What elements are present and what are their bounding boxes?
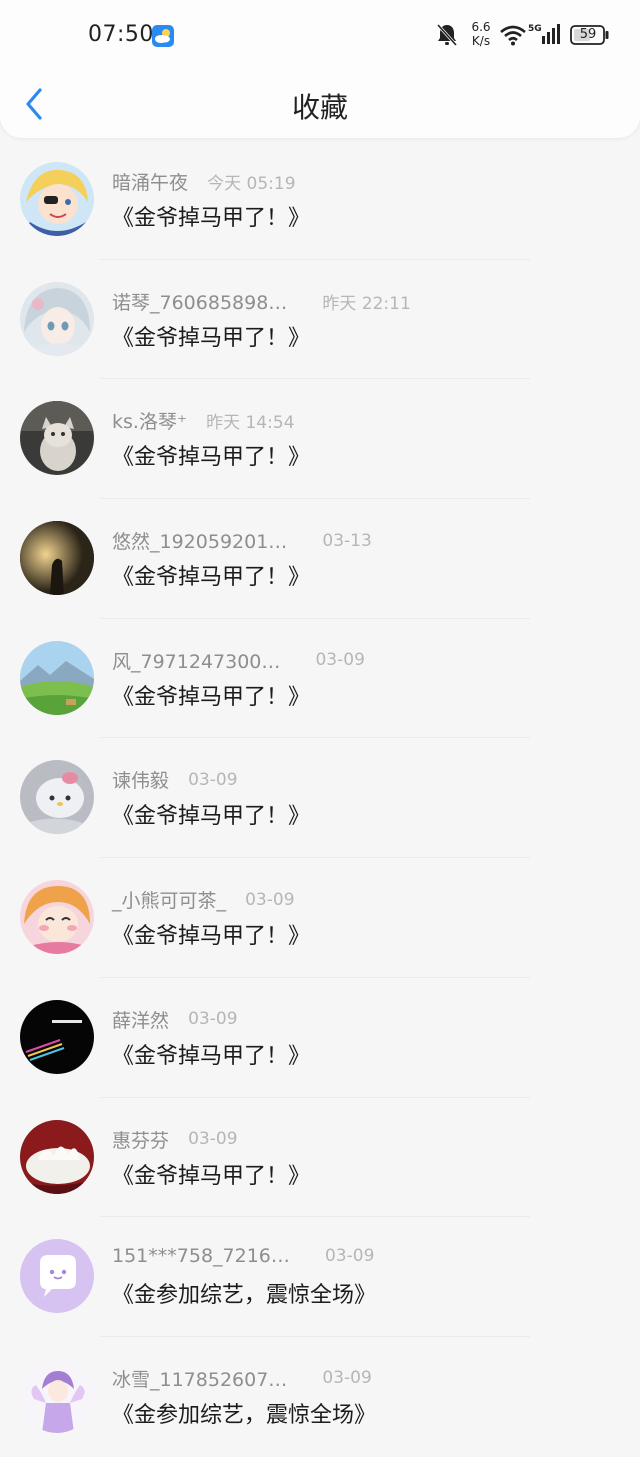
list-item[interactable]: 谏伟毅 03-09 《金爷掉马甲了！》 xyxy=(0,738,640,859)
item-meta: 冰雪_117852607… 03-09 xyxy=(112,1365,372,1393)
item-meta: 惠芬芬 03-09 xyxy=(112,1126,238,1154)
item-meta: 诺琴_760685898… 昨天 22:11 xyxy=(112,288,411,316)
username[interactable]: 冰雪_117852607… xyxy=(112,1365,287,1392)
item-meta: 暗涌午夜 今天 05:19 xyxy=(112,168,296,196)
item-meta: 风_7971247300… 03-09 xyxy=(112,647,365,675)
item-meta: 薛洋然 03-09 xyxy=(112,1006,238,1034)
avatar[interactable] xyxy=(20,1239,94,1314)
weather-icon xyxy=(152,25,174,47)
item-title[interactable]: 《金爷掉马甲了！》 xyxy=(112,679,310,711)
list-item[interactable]: 风_7971247300… 03-09 《金爷掉马甲了！》 xyxy=(0,619,640,739)
username[interactable]: 薛洋然 xyxy=(112,1006,169,1033)
avatar[interactable] xyxy=(20,760,94,835)
timestamp: 昨天 22:11 xyxy=(322,293,411,314)
list-item[interactable]: 冰雪_117852607… 03-09 《金参加综艺，震惊全场》 xyxy=(0,1337,640,1457)
avatar[interactable] xyxy=(20,281,94,356)
status-time: 07:50 xyxy=(88,22,154,47)
timestamp: 03-09 xyxy=(188,1129,238,1149)
list-item[interactable]: 暗涌午夜 今天 05:19 《金爷掉马甲了！》 xyxy=(0,140,640,260)
username[interactable]: 151***758_7216… xyxy=(112,1245,290,1267)
item-meta: 151***758_7216… 03-09 xyxy=(112,1245,374,1273)
username[interactable]: 风_7971247300… xyxy=(112,647,280,674)
username[interactable]: 悠然_192059201… xyxy=(112,527,287,554)
timestamp: 03-13 xyxy=(322,530,372,551)
avatar[interactable] xyxy=(20,1119,94,1194)
item-meta: ks.洛琴⁺ 昨天 14:54 xyxy=(112,407,294,435)
item-title[interactable]: 《金爷掉马甲了！》 xyxy=(112,320,310,352)
status-icons: 6.6 K/s 5G 59 xyxy=(436,20,609,51)
top-bar: 07:50 6.6 K/s 5G 59 收藏 xyxy=(0,0,640,138)
timestamp: 03-09 xyxy=(188,769,238,790)
item-title[interactable]: 《金爷掉马甲了！》 xyxy=(112,439,310,471)
timestamp: 今天 05:19 xyxy=(207,174,296,194)
avatar[interactable] xyxy=(20,162,94,236)
avatar[interactable] xyxy=(20,401,94,476)
wifi-icon xyxy=(500,24,526,50)
list-item[interactable]: 惠芬芬 03-09 《金爷掉马甲了！》 xyxy=(0,1098,640,1218)
item-title[interactable]: 《金爷掉马甲了！》 xyxy=(112,918,310,950)
timestamp: 03-09 xyxy=(188,1009,238,1030)
username[interactable]: 暗涌午夜 xyxy=(112,168,188,195)
avatar[interactable] xyxy=(20,880,94,955)
username[interactable]: 惠芬芬 xyxy=(112,1126,169,1153)
net-speed-unit: K/s xyxy=(471,34,491,48)
avatar[interactable] xyxy=(20,999,94,1074)
timestamp: 03-09 xyxy=(322,1368,372,1389)
list-item[interactable]: 薛洋然 03-09 《金爷掉马甲了！》 xyxy=(0,978,640,1098)
net-speed-value: 6.6 xyxy=(471,20,491,34)
list-item[interactable]: 诺琴_760685898… 昨天 22:11 《金爷掉马甲了！》 xyxy=(0,260,640,380)
username[interactable]: 诺琴_760685898… xyxy=(112,288,287,315)
item-title[interactable]: 《金参加综艺，震惊全场》 xyxy=(112,1277,376,1309)
timestamp: 昨天 14:54 xyxy=(206,413,295,434)
username[interactable]: _小熊可可茶_ xyxy=(112,886,226,913)
item-title[interactable]: 《金爷掉马甲了！》 xyxy=(112,1038,310,1070)
timestamp: 03-09 xyxy=(324,1246,375,1267)
item-title[interactable]: 《金爷掉马甲了！》 xyxy=(112,798,310,830)
item-title[interactable]: 《金爷掉马甲了！》 xyxy=(112,559,310,591)
item-meta: 谏伟毅 03-09 xyxy=(112,766,238,794)
item-title[interactable]: 《金爷掉马甲了！》 xyxy=(112,200,310,232)
username[interactable]: ks.洛琴⁺ xyxy=(112,407,187,434)
5g-signal-icon: 5G xyxy=(528,22,562,50)
timestamp: 03-09 xyxy=(245,889,295,910)
battery-level: 59 xyxy=(579,27,597,42)
favorites-list: 暗涌午夜 今天 05:19 《金爷掉马甲了！》 诺琴_760685898… 昨天… xyxy=(0,140,640,1457)
item-meta: _小熊可可茶_ 03-09 xyxy=(112,886,295,914)
item-meta: 悠然_192059201… 03-13 xyxy=(112,527,372,555)
avatar[interactable] xyxy=(20,640,94,715)
list-item[interactable]: 151***758_7216… 03-09 《金参加综艺，震惊全场》 xyxy=(0,1217,640,1337)
item-title[interactable]: 《金爷掉马甲了！》 xyxy=(112,1158,310,1190)
timestamp: 03-09 xyxy=(315,650,365,671)
page-title: 收藏 xyxy=(291,91,348,124)
username[interactable]: 谏伟毅 xyxy=(112,766,169,793)
list-item[interactable]: 悠然_192059201… 03-13 《金爷掉马甲了！》 xyxy=(0,499,640,619)
avatar[interactable] xyxy=(20,521,94,596)
svg-text:5G: 5G xyxy=(528,24,542,34)
list-item[interactable]: _小熊可可茶_ 03-09 《金爷掉马甲了！》 xyxy=(0,858,640,978)
net-speed: 6.6 K/s xyxy=(466,20,496,48)
bell-muted-icon xyxy=(436,23,458,51)
list-item[interactable]: ks.洛琴⁺ 昨天 14:54 《金爷掉马甲了！》 xyxy=(0,379,640,500)
item-title[interactable]: 《金参加综艺，震惊全场》 xyxy=(112,1397,376,1429)
